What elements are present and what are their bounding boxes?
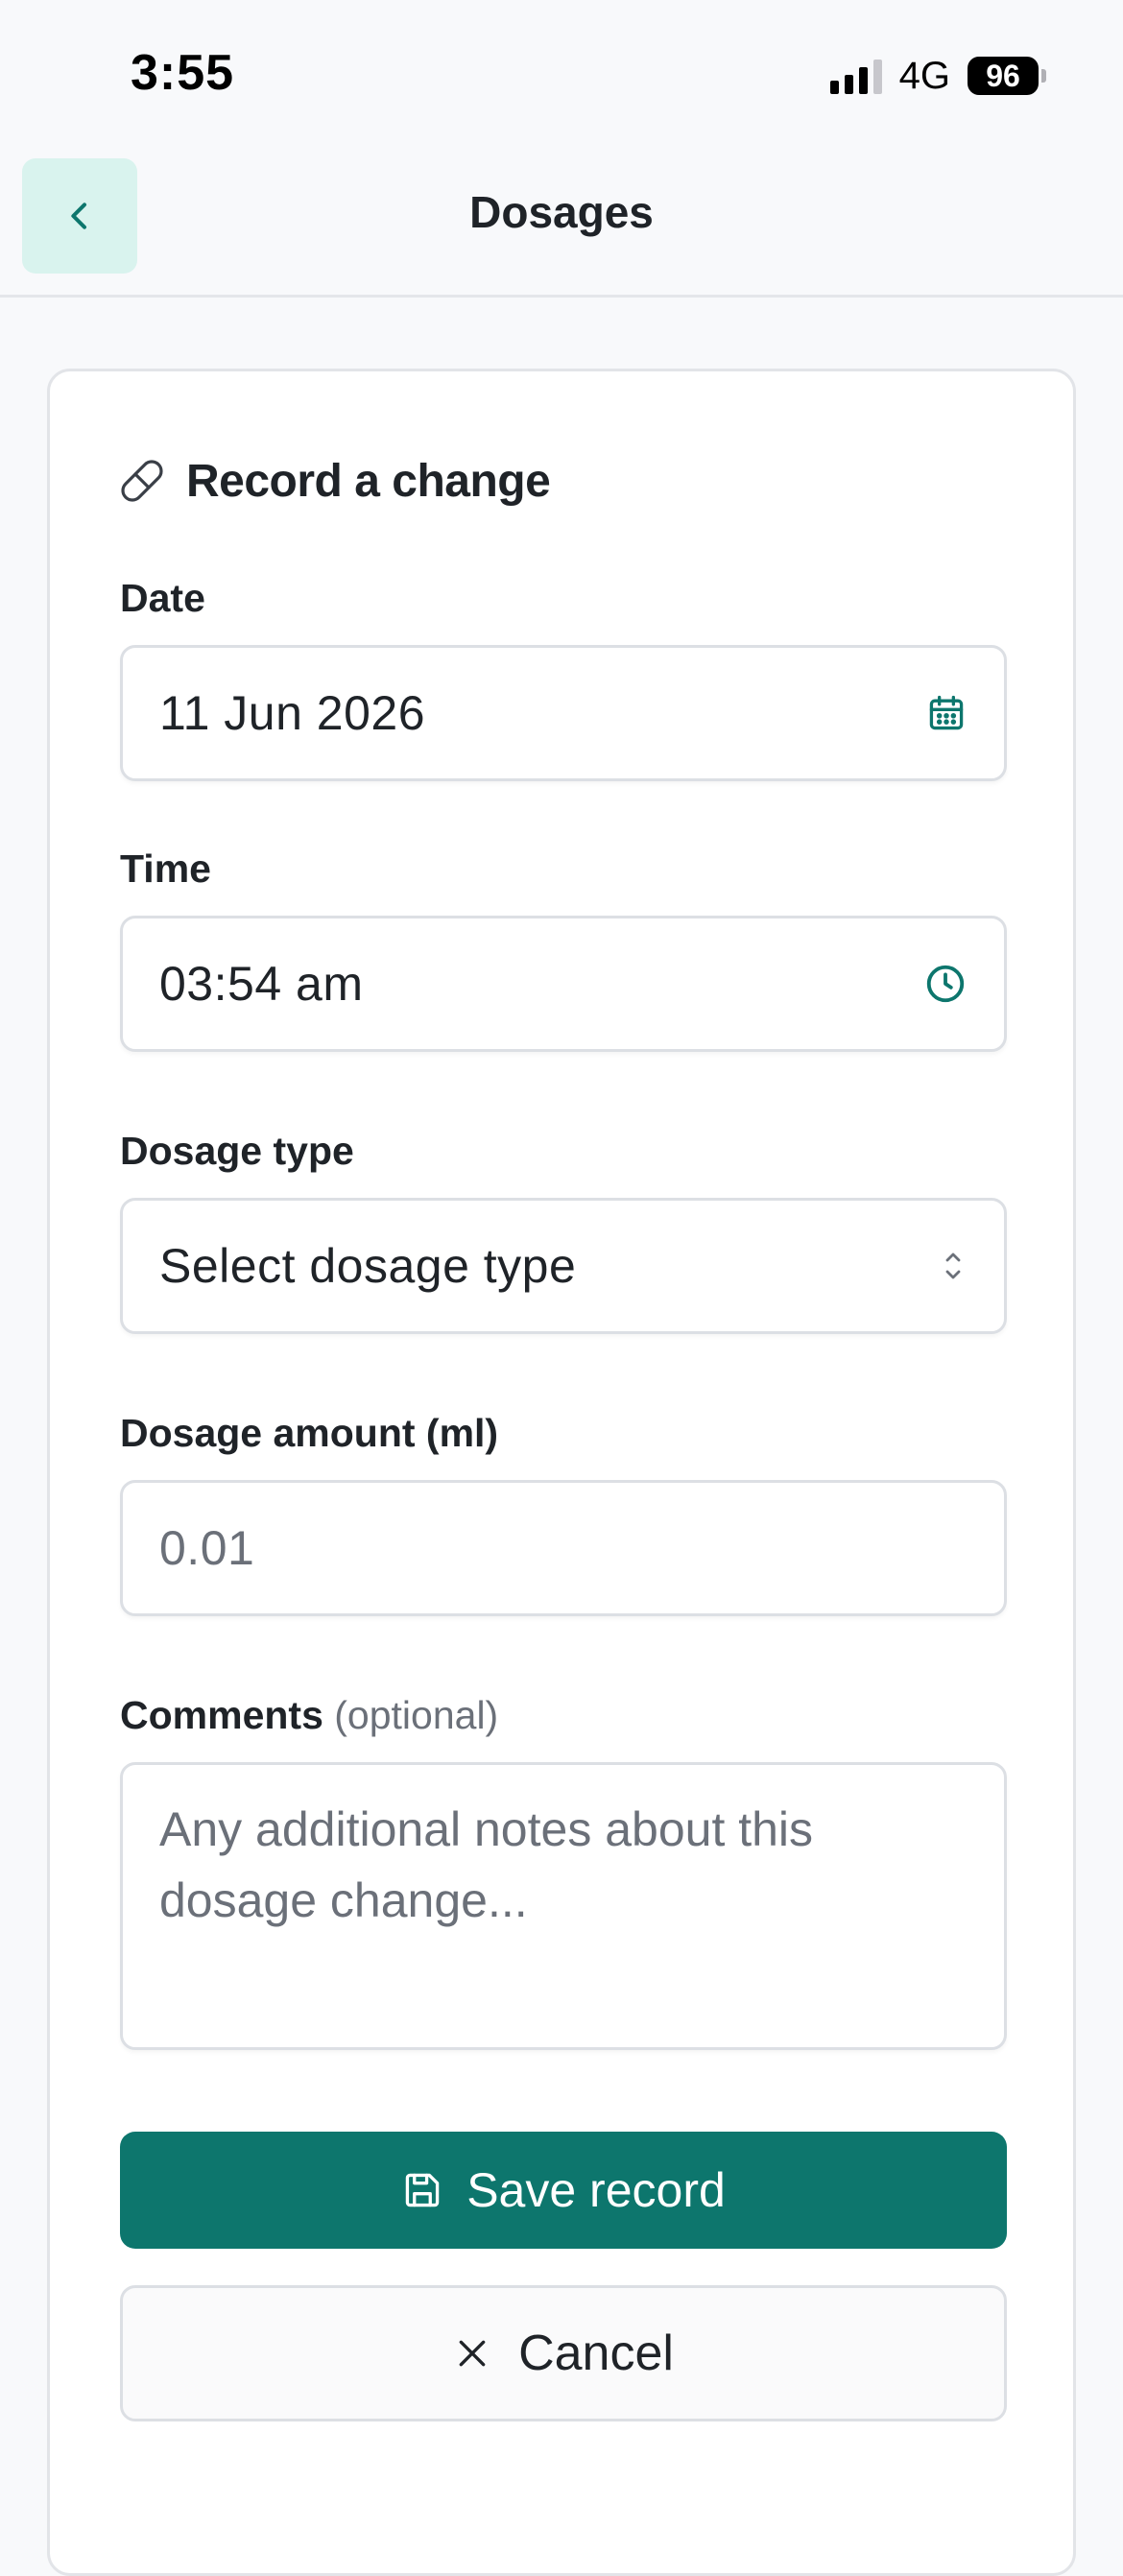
close-icon	[459, 2340, 486, 2367]
time-field[interactable]: 03:54 am	[120, 916, 1007, 1052]
status-indicators: 4G 96	[829, 54, 1046, 98]
dosage-type-select[interactable]: Select dosage type	[120, 1198, 1007, 1334]
clock-icon[interactable]	[923, 962, 968, 1006]
date-field[interactable]: 11 Jun 2026	[120, 645, 1007, 781]
status-time: 3:55	[131, 45, 235, 101]
card-title: Record a change	[186, 455, 551, 507]
page-title: Dosages	[469, 187, 654, 237]
save-record-button[interactable]: Save record	[120, 2132, 1007, 2249]
battery-level: 96	[968, 57, 1039, 95]
comments-textarea[interactable]: Any additional notes about this dosage c…	[120, 1762, 1007, 2050]
time-label: Time	[120, 847, 211, 891]
dosage-amount-label: Dosage amount (ml)	[120, 1411, 499, 1455]
comments-placeholder: Any additional notes about this dosage c…	[159, 1802, 814, 1927]
comments-label-text: Comments	[120, 1693, 323, 1737]
dosage-amount-placeholder: 0.01	[159, 1521, 255, 1575]
card-header: Record a change	[119, 452, 551, 510]
cancel-button-label: Cancel	[518, 2326, 674, 2381]
top-nav-bar: Dosages	[0, 144, 1123, 298]
save-button-label: Save record	[466, 2163, 726, 2217]
pill-icon	[121, 460, 163, 502]
calendar-icon[interactable]	[925, 692, 968, 734]
time-value: 03:54 am	[159, 957, 364, 1011]
dosage-type-label: Dosage type	[120, 1129, 354, 1173]
date-value: 11 Jun 2026	[159, 686, 426, 740]
battery-icon: 96	[968, 57, 1046, 95]
date-label: Date	[120, 576, 205, 620]
signal-icon	[829, 58, 882, 94]
status-bar: 3:55 4G 96	[0, 0, 1123, 144]
record-change-card: Record a change Date 11 Jun 2026 Time 03…	[47, 369, 1076, 2576]
chevron-up-down-icon	[939, 1247, 968, 1285]
dosage-type-placeholder: Select dosage type	[159, 1239, 577, 1293]
comments-label: Comments (optional)	[120, 1693, 498, 1738]
comments-optional-hint: (optional)	[334, 1693, 499, 1737]
save-icon	[405, 2173, 440, 2207]
network-label: 4G	[898, 54, 950, 97]
dosage-amount-input[interactable]: 0.01	[120, 1480, 1007, 1616]
cancel-button[interactable]: Cancel	[120, 2285, 1007, 2421]
